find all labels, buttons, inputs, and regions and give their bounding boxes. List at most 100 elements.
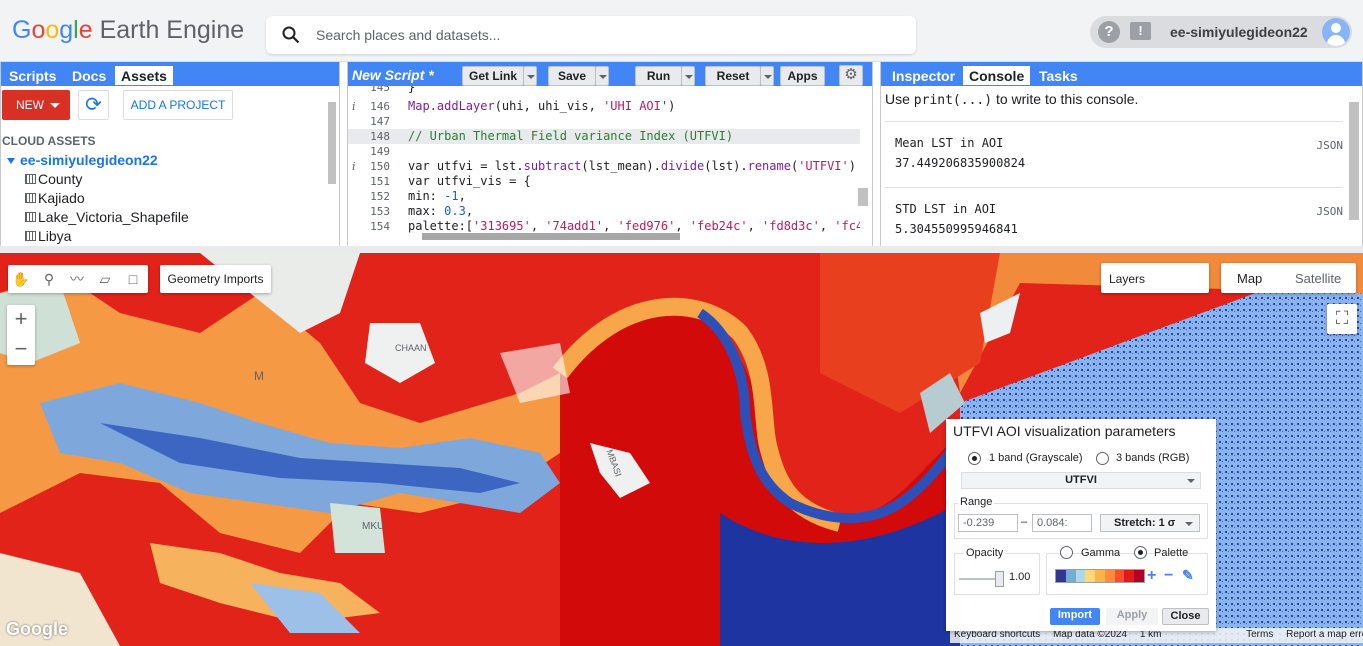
radio-palette[interactable] — [1134, 546, 1147, 559]
code-text: var utfvi = lst.subtract(lst_mean).divid… — [408, 159, 856, 173]
opacity-slider-knob[interactable] — [995, 571, 1004, 587]
json-button[interactable]: JSON — [1317, 139, 1344, 152]
palette-ramp[interactable] — [1055, 569, 1145, 583]
script-title[interactable]: New Script * — [352, 67, 434, 83]
new-button[interactable]: NEW — [2, 90, 70, 120]
radio-1band[interactable] — [968, 452, 981, 465]
rectangle-icon[interactable]: □ — [123, 270, 143, 288]
editor-scrollbar[interactable] — [858, 188, 868, 206]
fullscreen-icon[interactable]: ⛶ — [1327, 304, 1357, 334]
edit-palette-icon[interactable]: ✎ — [1182, 567, 1194, 584]
search-icon — [282, 26, 300, 44]
tab-docs[interactable]: Docs — [66, 66, 112, 85]
tab-console[interactable]: Console — [963, 66, 1031, 85]
stretch-select[interactable]: Stretch: 1 σ — [1100, 514, 1200, 532]
zoom-out-button[interactable]: − — [7, 335, 35, 365]
close-button[interactable]: Close — [1162, 608, 1209, 625]
palette-swatch[interactable] — [1095, 570, 1105, 582]
asset-item-label: Lake_Victoria_Shapefile — [38, 209, 189, 225]
apply-button[interactable]: Apply — [1106, 608, 1158, 625]
run-button[interactable]: Run — [635, 66, 682, 86]
editor-hscrollbar[interactable] — [408, 232, 844, 240]
polygon-icon[interactable]: ▱ — [95, 270, 115, 288]
geometry-imports-button[interactable]: Geometry Imports — [160, 265, 271, 293]
line-number-text: 146 — [370, 100, 390, 113]
map-type-map[interactable]: Map — [1237, 271, 1262, 286]
palette-swatch[interactable] — [1085, 570, 1096, 582]
polyline-icon[interactable]: 〰 — [67, 270, 87, 288]
save-button[interactable]: Save — [548, 66, 596, 86]
hscroll-thumb[interactable] — [422, 233, 680, 240]
add-color-icon[interactable]: + — [1147, 567, 1156, 585]
earth-engine-logo[interactable]: Google Earth Engine — [12, 16, 244, 45]
console-scrollbar[interactable] — [1349, 102, 1359, 220]
asset-item[interactable]: County — [25, 171, 82, 187]
terms-link[interactable]: Terms — [1246, 629, 1273, 640]
palette-swatch[interactable] — [1114, 570, 1125, 582]
line-number-text: 150 — [370, 160, 390, 173]
line-number: 151 — [370, 175, 390, 188]
tab-scripts[interactable]: Scripts — [3, 66, 62, 85]
hint-text: to write to this console. — [992, 91, 1139, 107]
username[interactable]: ee-simiyulegideon22 — [1170, 24, 1308, 40]
tab-tasks[interactable]: Tasks — [1033, 66, 1084, 85]
opacity-slider[interactable] — [959, 571, 1004, 587]
palette-swatch[interactable] — [1124, 570, 1135, 582]
refresh-button[interactable]: ⟳ — [78, 90, 109, 120]
layers-button[interactable]: Layers — [1101, 263, 1209, 293]
get-link-button[interactable]: Get Link — [462, 66, 524, 86]
radio-3bands[interactable] — [1096, 452, 1109, 465]
gear-icon[interactable]: ⚙ — [839, 65, 863, 86]
run-dropdown[interactable] — [681, 66, 695, 86]
band-select[interactable]: UTFVI — [961, 472, 1201, 489]
range-min-input[interactable]: -0.239 — [958, 514, 1018, 532]
radio-3bands-label: 3 bands (RGB) — [1116, 452, 1190, 464]
asset-item[interactable]: Libya — [25, 228, 71, 244]
panel-splitter[interactable] — [0, 246, 1363, 253]
apps-button[interactable]: Apps — [780, 66, 825, 86]
console-entry-value: 5.304550995946841 — [895, 222, 1018, 236]
editor-scroll-track — [860, 102, 868, 186]
add-project-button[interactable]: ADD A PROJECT — [123, 90, 233, 120]
tab-inspector[interactable]: Inspector — [886, 66, 961, 85]
zoom-in-button[interactable]: + — [7, 305, 35, 335]
feedback-icon[interactable]: ! — [1130, 22, 1151, 40]
left-scrollbar[interactable] — [328, 102, 336, 184]
palette-swatch[interactable] — [1134, 570, 1145, 582]
avatar-icon[interactable] — [1322, 18, 1350, 46]
map-view[interactable]: ✋ ⚲ 〰 ▱ □ Geometry Imports + − Layers Ma… — [0, 253, 1363, 646]
search-input[interactable] — [316, 24, 896, 46]
reset-button[interactable]: Reset — [705, 66, 761, 86]
save-dropdown[interactable] — [595, 66, 609, 86]
help-icon[interactable]: ? — [1098, 21, 1120, 43]
palette-swatch[interactable] — [1056, 570, 1066, 582]
reset-dropdown[interactable] — [760, 66, 774, 86]
table-icon — [25, 231, 36, 241]
palette-swatch[interactable] — [1075, 570, 1086, 582]
tab-assets[interactable]: Assets — [115, 66, 173, 85]
marker-icon[interactable]: ⚲ — [39, 270, 59, 288]
refresh-icon: ⟳ — [85, 94, 102, 116]
range-max-input[interactable]: 0.084: — [1032, 514, 1092, 532]
radio-gamma[interactable] — [1060, 546, 1073, 559]
asset-item[interactable]: Lake_Victoria_Shapefile — [25, 209, 189, 225]
asset-item[interactable]: Kajiado — [25, 190, 85, 206]
caret-down-icon — [7, 158, 15, 165]
search-box[interactable] — [266, 16, 916, 54]
console-entry: STD LST in AOI 5.304550995946841 JSON — [885, 187, 1343, 243]
remove-color-icon[interactable]: − — [1164, 567, 1173, 585]
code-text: var utfvi_vis = { — [408, 174, 531, 188]
json-button[interactable]: JSON — [1317, 205, 1344, 218]
asset-root[interactable]: ee-simiyulegideon22 — [7, 152, 158, 168]
band-select-value: UTFVI — [1065, 474, 1097, 486]
map-type-satellite[interactable]: Satellite — [1295, 271, 1341, 286]
drawing-tools: ✋ ⚲ 〰 ▱ □ — [8, 265, 148, 293]
stretch-select-value: Stretch: 1 σ — [1114, 517, 1176, 529]
report-error-link[interactable]: Report a map error — [1286, 629, 1363, 640]
palette-swatch[interactable] — [1065, 570, 1076, 582]
import-button[interactable]: Import — [1050, 608, 1100, 625]
hand-icon[interactable]: ✋ — [11, 270, 31, 288]
get-link-dropdown[interactable] — [523, 66, 537, 86]
palette-swatch[interactable] — [1104, 570, 1115, 582]
code-area[interactable]: 145} i 146 Map.addLayer(uhi, uhi_vis, 'UHI… — [348, 86, 860, 236]
